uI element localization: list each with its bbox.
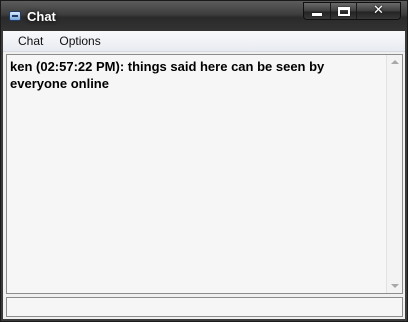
chat-window: Chat ✕ Chat Options ken (02:57:22 PM): t… [0,0,408,322]
client-area: Chat Options ken (02:57:22 PM): things s… [3,31,405,319]
minimize-button[interactable] [304,3,330,19]
minimize-icon [312,13,322,16]
chat-scrollbar[interactable] [386,55,402,293]
window-title: Chat [27,9,56,24]
maximize-button[interactable] [330,3,356,19]
menu-bar: Chat Options [3,31,405,52]
maximize-icon [338,7,350,16]
message-input[interactable] [6,297,403,317]
menu-chat[interactable]: Chat [10,32,51,50]
chat-app-icon[interactable] [9,11,21,21]
close-button[interactable]: ✕ [356,3,400,19]
chat-log[interactable]: ken (02:57:22 PM): things said here can … [6,54,403,294]
scroll-up-icon[interactable] [391,60,399,64]
scroll-down-icon[interactable] [391,284,399,288]
title-bar[interactable]: Chat ✕ [1,1,407,31]
menu-options[interactable]: Options [51,32,108,50]
close-icon: ✕ [373,3,384,18]
chat-message: ken (02:57:22 PM): things said here can … [10,59,325,91]
caption-buttons: ✕ [303,2,401,20]
